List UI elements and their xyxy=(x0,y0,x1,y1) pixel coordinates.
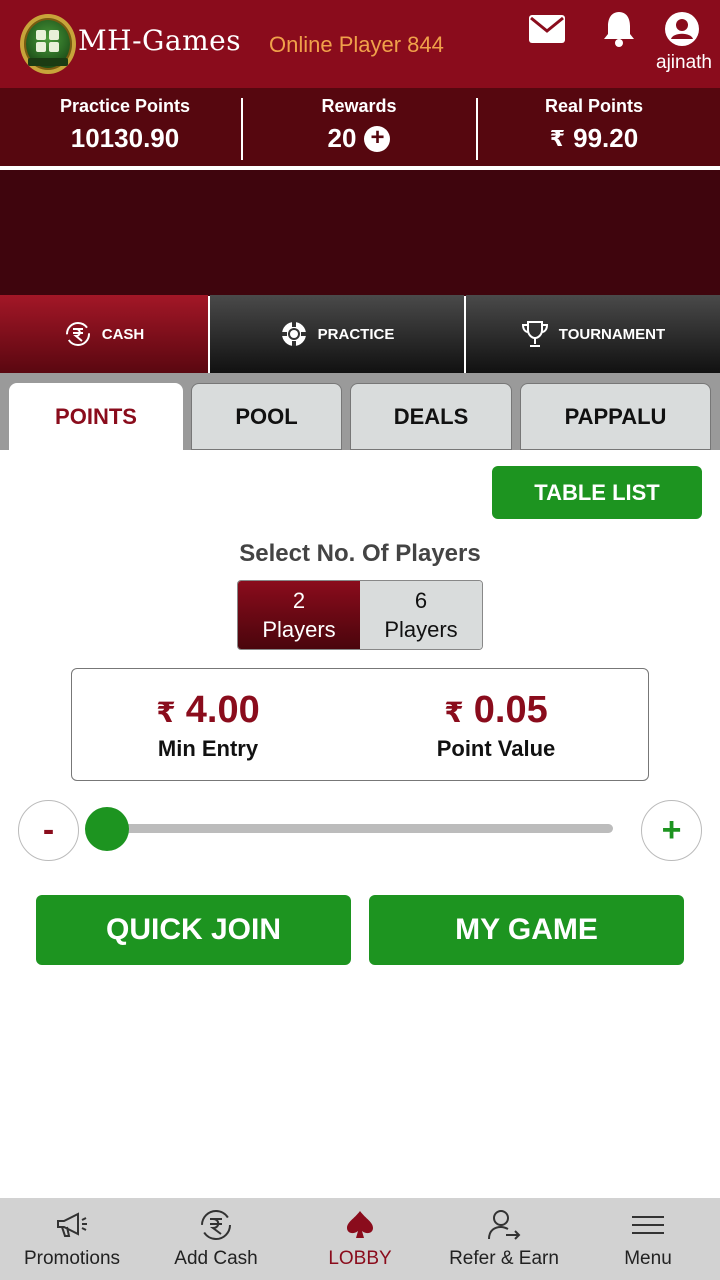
table-list-button[interactable]: TABLE LIST xyxy=(492,466,702,519)
tab-tournament[interactable]: TOURNAMENT xyxy=(466,295,720,373)
logo-label-plate xyxy=(28,58,68,66)
tab-practice[interactable]: PRACTICE xyxy=(210,295,464,373)
min-entry-value: 4.00 xyxy=(185,689,260,731)
nav-promotions-label: Promotions xyxy=(23,1248,121,1269)
nav-menu[interactable]: Menu xyxy=(576,1198,720,1280)
real-points: Real Points ₹ 99.20 xyxy=(486,96,702,160)
online-players-text: Online Player 844 xyxy=(269,32,444,57)
increase-button[interactable]: + xyxy=(641,800,702,861)
points-bar: Practice Points 10130.90 Rewards 20 + Re… xyxy=(0,88,720,168)
my-game-button[interactable]: MY GAME xyxy=(369,895,684,965)
decrease-button[interactable]: - xyxy=(18,800,79,861)
rupee-symbol: ₹ xyxy=(156,697,176,728)
game-mode-tabs: CASH PRACTICE TOURNAMENT xyxy=(0,295,720,373)
select-players-title: Select No. Of Players xyxy=(239,540,481,567)
hamburger-icon xyxy=(631,1206,665,1244)
variant-tabs: POINTS POOL DEALS PAPPALU xyxy=(0,373,720,450)
practice-points-label: Practice Points xyxy=(59,96,191,116)
rupee-cycle-icon xyxy=(65,322,90,346)
players-selector: 2 Players 6 Players xyxy=(237,580,483,650)
entry-slider-knob[interactable] xyxy=(85,807,129,851)
nav-add-cash[interactable]: Add Cash xyxy=(144,1198,288,1280)
min-entry-label: Min Entry xyxy=(157,736,259,761)
nav-refer-earn-label: Refer & Earn xyxy=(449,1248,559,1269)
players-option-number: 6 xyxy=(414,588,428,613)
tab-tournament-label: TOURNAMENT xyxy=(558,325,666,343)
refer-user-icon xyxy=(486,1206,522,1244)
app-logo[interactable] xyxy=(20,14,76,74)
tab-cash-label: CASH xyxy=(101,325,145,343)
rupee-cycle-icon xyxy=(199,1206,233,1244)
promo-banner[interactable] xyxy=(0,170,720,296)
nav-refer-earn[interactable]: Refer & Earn xyxy=(432,1198,576,1280)
tab-deals[interactable]: DEALS xyxy=(350,383,512,450)
players-option-word: Players xyxy=(384,617,458,642)
entry-slider-track[interactable] xyxy=(105,824,613,833)
divider xyxy=(476,98,478,160)
rewards-value: 20 xyxy=(327,123,357,153)
min-entry: ₹ 4.00 Min Entry xyxy=(78,689,338,762)
players-option-2[interactable]: 2 Players xyxy=(238,581,360,649)
divider xyxy=(241,98,243,160)
real-points-label: Real Points xyxy=(544,96,644,116)
tab-pappalu[interactable]: PAPPALU xyxy=(520,383,711,450)
add-rewards-icon[interactable]: + xyxy=(364,125,391,152)
tab-cash[interactable]: CASH xyxy=(0,295,208,373)
point-value-value: 0.05 xyxy=(473,689,548,731)
nav-promotions[interactable]: Promotions xyxy=(0,1198,144,1280)
real-points-value: 99.20 xyxy=(573,123,639,153)
rupee-symbol: ₹ xyxy=(549,125,566,151)
practice-points-value: 10130.90 xyxy=(70,123,180,153)
point-value: ₹ 0.05 Point Value xyxy=(366,689,626,762)
tab-pool[interactable]: POOL xyxy=(191,383,342,450)
players-option-6[interactable]: 6 Players xyxy=(360,581,482,649)
tab-practice-label: PRACTICE xyxy=(317,325,395,343)
players-option-word: Players xyxy=(262,617,336,642)
app-header: MH-Games Online Player 844 ajinath xyxy=(0,0,720,88)
point-value-label: Point Value xyxy=(436,736,556,761)
players-option-number: 2 xyxy=(292,588,306,613)
username-label: ajinath xyxy=(656,52,712,73)
trophy-icon xyxy=(521,321,548,347)
nav-menu-label: Menu xyxy=(624,1248,672,1269)
entry-info-box: ₹ 4.00 Min Entry ₹ 0.05 Point Value xyxy=(71,668,649,781)
rewards: Rewards 20 + xyxy=(250,96,468,160)
tab-points[interactable]: POINTS xyxy=(9,383,183,450)
user-icon[interactable] xyxy=(664,11,700,52)
quick-join-button[interactable]: QUICK JOIN xyxy=(36,895,351,965)
practice-points: Practice Points 10130.90 xyxy=(20,96,230,160)
rewards-label: Rewards xyxy=(321,96,397,116)
megaphone-icon xyxy=(54,1206,90,1244)
spade-icon xyxy=(344,1206,376,1244)
bell-icon[interactable] xyxy=(602,10,636,53)
nav-lobby[interactable]: LOBBY xyxy=(288,1198,432,1280)
logo-dice-icon xyxy=(36,30,60,52)
bottom-nav: Promotions Add Cash LOBBY Refer & Earn M… xyxy=(0,1198,720,1280)
nav-lobby-label: LOBBY xyxy=(328,1248,392,1269)
rupee-symbol: ₹ xyxy=(444,697,464,728)
mail-icon[interactable] xyxy=(528,14,566,49)
nav-add-cash-label: Add Cash xyxy=(174,1248,258,1269)
brand-name: MH-Games xyxy=(78,24,242,57)
chip-icon xyxy=(281,322,306,346)
